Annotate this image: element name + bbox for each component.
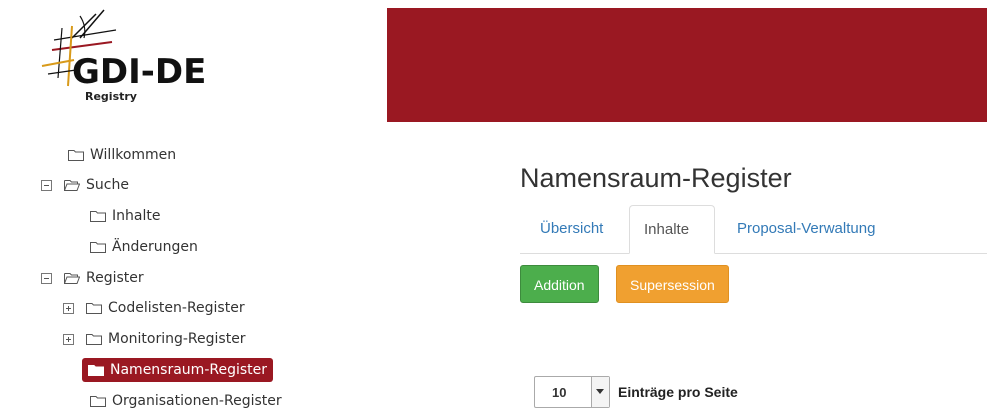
tab-uebersicht[interactable]: Übersicht xyxy=(526,205,617,253)
page-size-select[interactable]: 10 xyxy=(534,376,610,408)
tree-item-register[interactable]: Register xyxy=(41,266,144,290)
tree-item-label: Register xyxy=(86,270,144,286)
logo-title: GDI-DE xyxy=(72,52,207,92)
tab-proposal-verwaltung[interactable]: Proposal-Verwaltung xyxy=(723,205,889,253)
header-banner xyxy=(387,8,987,122)
tree-item-label: Monitoring-Register xyxy=(108,331,246,347)
folder-closed-icon xyxy=(90,211,106,222)
logo-subtitle: Registry xyxy=(85,90,137,103)
folder-open-icon xyxy=(64,180,80,191)
tree-item-label: Namensraum-Register xyxy=(110,362,268,378)
logo[interactable]: GDI-DE Registry xyxy=(0,0,387,122)
addition-button[interactable]: Addition xyxy=(520,265,599,303)
folder-closed-icon xyxy=(90,242,106,253)
folder-closed-icon xyxy=(90,396,106,407)
page-size-value: 10 xyxy=(552,385,567,400)
collapse-toggle-icon[interactable] xyxy=(41,272,52,284)
collapse-toggle-icon[interactable] xyxy=(41,179,52,191)
tree-item-willkommen[interactable]: Willkommen xyxy=(68,143,176,167)
tab-inhalte[interactable]: Inhalte xyxy=(629,205,715,254)
tree-item-label: Suche xyxy=(86,177,129,193)
folder-filled-icon xyxy=(88,365,104,376)
folder-closed-icon xyxy=(86,303,102,314)
tree-item-label: Willkommen xyxy=(90,147,177,163)
chevron-down-icon[interactable] xyxy=(591,377,609,407)
tree-item-organisationen-register[interactable]: Organisationen-Register xyxy=(90,389,282,413)
folder-closed-icon xyxy=(68,150,84,161)
folder-closed-icon xyxy=(86,334,102,345)
tree-item-label: Inhalte xyxy=(112,208,161,224)
page-size-control: 10 Einträge pro Seite xyxy=(534,376,738,408)
tab-bar: Übersicht Inhalte Proposal-Verwaltung xyxy=(520,205,987,254)
tree-item-label: Änderungen xyxy=(112,239,198,255)
tree-item-aenderungen[interactable]: Änderungen xyxy=(90,235,198,259)
page-title: Namensraum-Register xyxy=(520,163,792,193)
expand-toggle-icon[interactable] xyxy=(63,333,74,345)
tree-item-namensraum-register[interactable]: Namensraum-Register xyxy=(82,358,274,382)
tree-item-label: Organisationen-Register xyxy=(112,393,282,409)
tree-item-label: Codelisten-Register xyxy=(108,300,245,316)
expand-toggle-icon[interactable] xyxy=(63,302,74,314)
tree-item-inhalte[interactable]: Inhalte xyxy=(90,204,160,228)
tree-item-suche[interactable]: Suche xyxy=(41,173,129,197)
tree-item-monitoring-register[interactable]: Monitoring-Register xyxy=(63,327,246,351)
supersession-button[interactable]: Supersession xyxy=(616,265,729,303)
folder-open-icon xyxy=(64,273,80,284)
tree-item-codelisten-register[interactable]: Codelisten-Register xyxy=(63,296,245,320)
page-size-label: Einträge pro Seite xyxy=(618,384,738,400)
